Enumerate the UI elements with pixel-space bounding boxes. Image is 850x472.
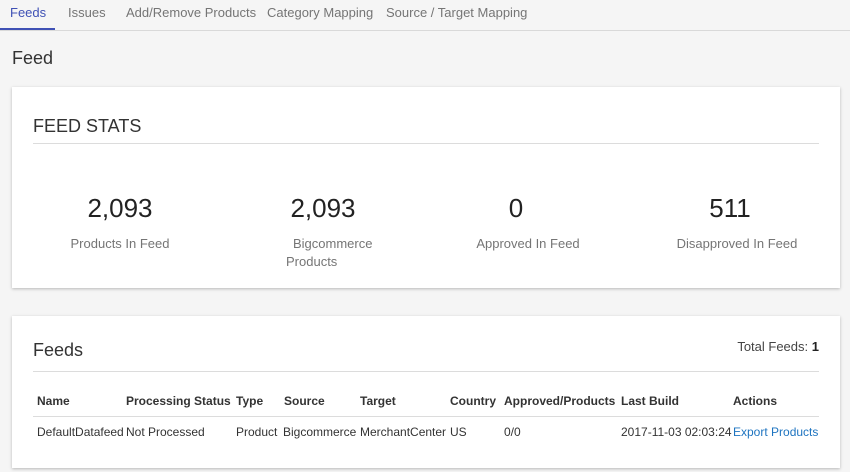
tab-add-remove-products[interactable]: Add/Remove Products bbox=[126, 0, 256, 31]
stat-products-in-feed: 2,093 Products In Feed bbox=[60, 191, 180, 253]
tab-feeds[interactable]: Feeds bbox=[10, 0, 46, 31]
feed-stats-title: FEED STATS bbox=[33, 116, 142, 136]
stat-label: Bigcommerce Products bbox=[263, 235, 383, 271]
stat-value: 511 bbox=[709, 193, 751, 223]
cell-last-build: 2017-11-03 02:03:24 bbox=[621, 425, 732, 439]
cell-source: Bigcommerce bbox=[283, 425, 357, 439]
column-header-target[interactable]: Target bbox=[360, 394, 396, 408]
stat-value: 0 bbox=[508, 193, 524, 223]
column-header-source[interactable]: Source bbox=[284, 394, 325, 408]
stat-label-line2: Products bbox=[286, 254, 338, 269]
cell-type: Product bbox=[236, 425, 278, 439]
table-header-divider bbox=[33, 416, 819, 417]
cell-target: MerchantCenter bbox=[360, 425, 447, 439]
cell-approved-products: 0/0 bbox=[504, 425, 521, 439]
column-header-country[interactable]: Country bbox=[450, 394, 496, 408]
total-feeds-count: 1 bbox=[811, 339, 819, 354]
column-header-approved-products[interactable]: Approved/Products bbox=[504, 394, 615, 408]
active-tab-indicator bbox=[0, 28, 55, 30]
cell-country: US bbox=[450, 425, 467, 439]
divider bbox=[33, 371, 819, 372]
export-products-link[interactable]: Export Products bbox=[733, 425, 818, 439]
column-header-last-build[interactable]: Last Build bbox=[621, 394, 679, 408]
column-header-type[interactable]: Type bbox=[236, 394, 263, 408]
total-feeds: Total Feeds: 1 bbox=[737, 339, 819, 354]
stat-label-line1: Bigcommerce bbox=[293, 236, 373, 251]
total-feeds-label: Total Feeds: bbox=[737, 339, 809, 354]
tab-source-target-mapping[interactable]: Source / Target Mapping bbox=[386, 0, 527, 31]
column-header-name[interactable]: Name bbox=[37, 394, 70, 408]
stat-bigcommerce-products: 2,093 Bigcommerce Products bbox=[263, 191, 383, 271]
feeds-card: Feeds Total Feeds: 1 Name Processing Sta… bbox=[12, 316, 840, 468]
tab-issues[interactable]: Issues bbox=[68, 0, 106, 31]
column-header-actions: Actions bbox=[733, 394, 778, 408]
stat-label: Disapproved In Feed bbox=[676, 236, 798, 251]
page-title: Feed bbox=[12, 48, 54, 68]
feed-stats-card: FEED STATS 2,093 Products In Feed 2,093 … bbox=[12, 87, 840, 288]
stat-label: Approved In Feed bbox=[476, 236, 580, 251]
cell-processing-status: Not Processed bbox=[126, 425, 205, 439]
feeds-title: Feeds bbox=[33, 340, 84, 360]
cell-name: DefaultDatafeed bbox=[37, 425, 124, 439]
tab-category-mapping[interactable]: Category Mapping bbox=[267, 0, 373, 31]
stat-value: 2,093 bbox=[290, 193, 356, 223]
divider bbox=[33, 143, 819, 144]
column-header-processing-status[interactable]: Processing Status bbox=[126, 394, 231, 408]
stat-approved-in-feed: 0 Approved In Feed bbox=[473, 191, 583, 253]
tab-bar: Feeds Issues Add/Remove Products Categor… bbox=[0, 0, 850, 31]
stat-disapproved-in-feed: 511 Disapproved In Feed bbox=[673, 191, 801, 253]
stat-label: Products In Feed bbox=[70, 236, 170, 251]
stat-value: 2,093 bbox=[87, 193, 153, 223]
